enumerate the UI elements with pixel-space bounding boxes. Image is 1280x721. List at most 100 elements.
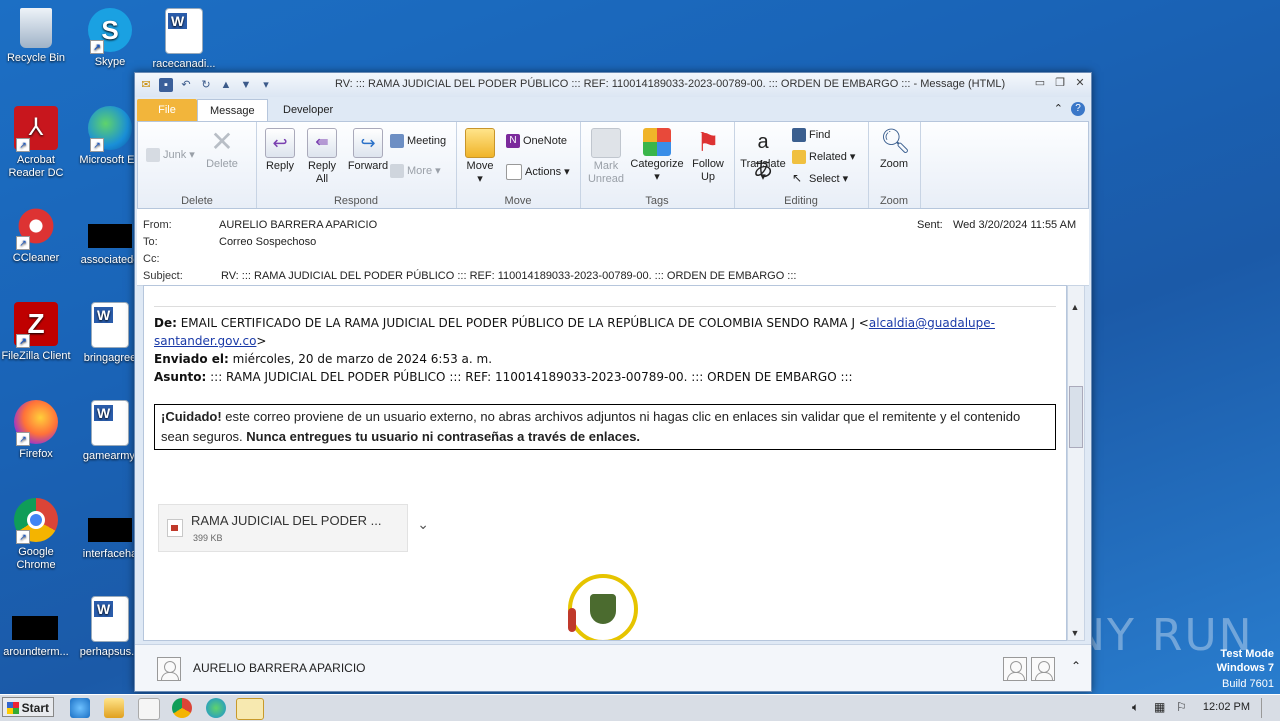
zoom-button[interactable]: 🔍︎ Zoom [874, 128, 914, 171]
scroll-thumb[interactable] [1069, 386, 1083, 448]
tab-developer[interactable]: Developer [271, 99, 345, 121]
find-button[interactable]: Find [792, 128, 830, 142]
explorer-folder-icon[interactable] [104, 698, 124, 718]
folder-icon [465, 128, 495, 158]
down-arrow-icon[interactable]: ▼ [239, 78, 253, 92]
reply-button[interactable]: ↩ Reply [258, 128, 302, 173]
outlook-taskbar-icon[interactable] [236, 698, 264, 720]
group-label-delete: Delete [181, 195, 213, 207]
attachment-name: RAMA JUDICIAL DEL PODER ... [191, 513, 382, 528]
sender-avatar[interactable] [157, 657, 181, 681]
from-value[interactable]: AURELIO BARRERA APARICIO [219, 219, 377, 231]
onenote-icon: N [506, 134, 520, 148]
acrobat-reader-icon[interactable]: ⅄ ↗ Acrobat Reader DC [0, 106, 72, 180]
message-header: From: AURELIO BARRERA APARICIO Sent: Wed… [137, 209, 1089, 286]
chrome-taskbar-icon[interactable] [172, 698, 192, 718]
minimize-icon[interactable]: ▭ [1033, 76, 1047, 90]
expand-people-pane-icon[interactable]: ⌃ [1071, 659, 1081, 673]
contact-avatar-2[interactable] [1031, 657, 1055, 681]
clock[interactable]: 12:02 PM [1203, 701, 1250, 713]
junk-button[interactable]: Junk ▾ [146, 148, 195, 162]
calendar-icon [390, 134, 404, 148]
external-warning-box: ¡Cuidado! este correo proviene de un usu… [154, 404, 1056, 450]
redacted-icon [88, 224, 132, 248]
restore-icon[interactable]: ❐ [1053, 76, 1067, 90]
vertical-scrollbar[interactable]: ▲ ▼ [1067, 285, 1085, 641]
show-desktop-button[interactable] [1261, 698, 1276, 718]
ccleaner-icon[interactable]: ↗ CCleaner [0, 204, 72, 265]
delete-button[interactable]: ✕ Delete [202, 128, 242, 171]
file-label-aroundterm[interactable]: aroundterm... [0, 646, 72, 659]
window-controls: ▭ ❐ ✕ [1033, 76, 1087, 90]
divider [154, 306, 1056, 307]
follow-up-button[interactable]: ⚑ Follow Up [686, 128, 730, 184]
undo-icon[interactable]: ↶ [179, 78, 193, 92]
people-pane-name[interactable]: AURELIO BARRERA APARICIO [193, 661, 366, 675]
forward-button[interactable]: ↪ Forward [344, 128, 392, 173]
envelope-icon: ✉ [141, 79, 151, 91]
message-body[interactable]: De: EMAIL CERTIFICADO DE LA RAMA JUDICIA… [143, 285, 1067, 641]
word-doc-icon[interactable]: W racecanadi... [148, 8, 220, 71]
forward-icon: ↪ [353, 128, 383, 158]
to-value[interactable]: Correo Sospechoso [219, 236, 316, 248]
attachment-menu-chevron-icon[interactable]: ⌄ [417, 517, 429, 533]
contact-avatar-1[interactable] [1003, 657, 1027, 681]
filezilla-icon[interactable]: Z ↗ FileZilla Client [0, 302, 72, 363]
people-pane: AURELIO BARRERA APARICIO ⌃ [135, 644, 1091, 691]
internet-explorer-icon[interactable] [70, 698, 90, 718]
redacted-icon [88, 518, 132, 542]
attachment[interactable]: RAMA JUDICIAL DEL PODER ... 399 KB ⌄ [158, 504, 429, 552]
scroll-up-arrow-icon[interactable]: ▲ [1068, 300, 1082, 314]
save-icon[interactable]: ▪ [159, 78, 173, 92]
binoculars-icon [792, 128, 806, 142]
flag-icon: ⚑ [696, 127, 720, 157]
customize-toolbar-icon[interactable]: ▾ [259, 78, 273, 92]
volume-icon[interactable]: 🔈︎ [1132, 700, 1139, 715]
tab-message[interactable]: Message [197, 99, 268, 122]
asunto-line: Asunto: ::: RAMA JUDICIAL DEL PODER PÚBL… [154, 370, 853, 384]
group-label-move: Move [504, 195, 532, 207]
onenote-button[interactable]: N OneNote [506, 134, 567, 148]
scroll-down-arrow-icon[interactable]: ▼ [1068, 626, 1082, 640]
collapse-ribbon-icon[interactable]: ⌃ [1054, 102, 1063, 116]
edge-taskbar-icon[interactable] [206, 698, 226, 718]
meeting-button[interactable]: Meeting [390, 134, 446, 148]
recycle-bin-icon[interactable]: Recycle Bin [0, 8, 72, 65]
skype-icon[interactable]: S ↗ Skype [74, 8, 146, 69]
envelope-icon [591, 128, 621, 158]
firefox-icon[interactable]: ↗ Firefox [0, 400, 72, 461]
help-icon[interactable]: ? [1071, 102, 1085, 116]
build-text: Build 7601 [1222, 678, 1274, 690]
message-window: ✉ ▪ ↶ ↻ ▲ ▼ ▾ RV: ::: RAMA JUDICIAL DEL … [134, 72, 1092, 692]
up-arrow-icon[interactable]: ▲ [219, 78, 233, 92]
move-button[interactable]: Move ▾ [462, 128, 498, 186]
network-icon[interactable]: ▦ [1154, 700, 1165, 714]
windows-version-text: Windows 7 [1216, 662, 1274, 674]
group-delete: Junk ▾ ✕ Delete Delete [138, 122, 257, 208]
tab-file[interactable]: File [137, 99, 197, 121]
categorize-button[interactable]: Categorize ▾ [628, 128, 686, 184]
title-bar: ✉ ▪ ↶ ↻ ▲ ▼ ▾ RV: ::: RAMA JUDICIAL DEL … [135, 73, 1091, 97]
related-icon [792, 150, 806, 164]
close-icon[interactable]: ✕ [1073, 76, 1087, 90]
mark-unread-button[interactable]: Mark Unread [584, 128, 628, 186]
media-player-icon[interactable] [138, 698, 160, 720]
start-button[interactable]: Start [2, 697, 54, 717]
system-tray: 🔈︎ ▦ ⚐ 12:02 PM [1120, 695, 1280, 721]
cursor-icon: ↖ [792, 171, 803, 185]
window-title: RV: ::: RAMA JUDICIAL DEL PODER PÚBLICO … [335, 78, 1006, 90]
translate-button[interactable]: aあ Translate ▾ [738, 128, 788, 184]
sent-value: Wed 3/20/2024 11:55 AM [953, 219, 1077, 231]
more-button[interactable]: More ▾ [390, 164, 441, 178]
enviado-line: Enviado el: miércoles, 20 de marzo de 20… [154, 352, 493, 366]
related-button[interactable]: Related ▾ [792, 150, 855, 164]
redo-icon[interactable]: ↻ [199, 78, 213, 92]
forwarded-header: De: EMAIL CERTIFICADO DE LA RAMA JUDICIA… [154, 314, 1056, 386]
select-button[interactable]: ↖ Select ▾ [792, 172, 848, 186]
categorize-icon [643, 128, 671, 156]
reply-all-button[interactable]: ⇚ Reply All [302, 128, 342, 186]
actions-button[interactable]: Actions ▾ [506, 164, 570, 180]
action-center-flag-icon[interactable]: ⚐ [1176, 700, 1187, 714]
chrome-icon[interactable]: ↗ Google Chrome [0, 498, 72, 572]
group-tags: Mark Unread Categorize ▾ ⚑ Follow Up Tags [580, 122, 735, 208]
